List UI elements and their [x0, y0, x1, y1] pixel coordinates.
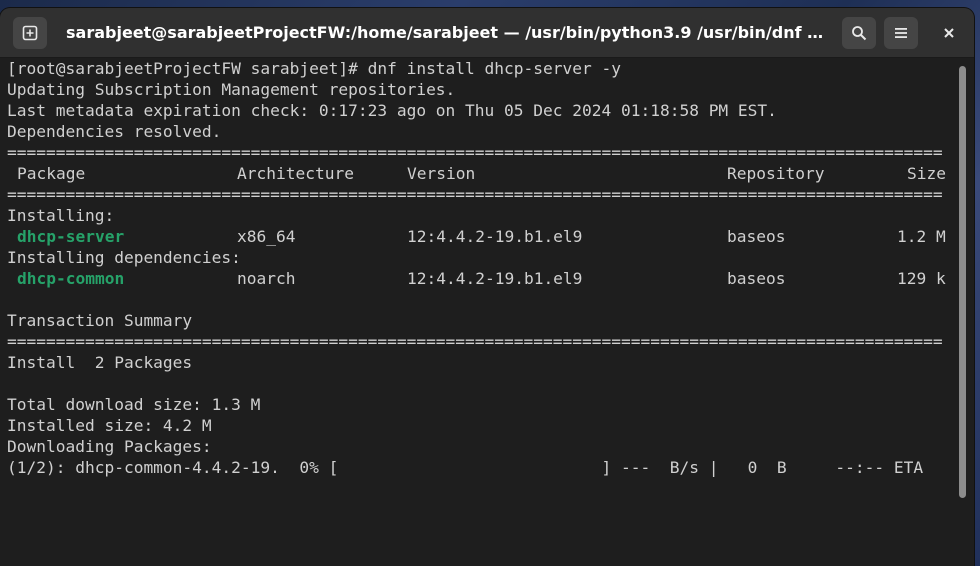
menu-button[interactable] [884, 17, 918, 49]
package-size: 129 k [897, 269, 946, 288]
terminal-output[interactable]: [root@sarabjeetProjectFW sarabjeet]# dnf… [0, 58, 960, 566]
installed-size: Installed size: 4.2 M [7, 416, 212, 435]
downloading-label: Downloading Packages: [7, 437, 212, 456]
package-name: dhcp-common [17, 269, 125, 288]
terminal-window: sarabjeet@sarabjeetProjectFW:/home/sarab… [0, 8, 974, 566]
table-header: Package Architecture Version Repository … [7, 163, 957, 184]
new-tab-icon [22, 25, 38, 41]
terminal-scrollbar[interactable] [959, 66, 966, 498]
close-button[interactable] [932, 17, 966, 49]
package-size: 1.2 M [897, 227, 946, 246]
installing-label: Installing: [7, 206, 115, 225]
new-tab-button[interactable] [13, 17, 47, 49]
prompt-line: [root@sarabjeetProjectFW sarabjeet]# dnf… [7, 59, 621, 78]
package-arch: x86_64 [237, 227, 296, 246]
column-header-version: Version [407, 164, 476, 183]
total-download-size: Total download size: 1.3 M [7, 395, 261, 414]
separator-line: ========================================… [7, 143, 943, 162]
package-name: dhcp-server [17, 227, 125, 246]
separator-line: ========================================… [7, 332, 943, 351]
download-progress-line: (1/2): dhcp-common-4.4.2-19. 0% [ ] --- … [7, 458, 924, 477]
headerbar: sarabjeet@sarabjeetProjectFW:/home/sarab… [0, 8, 974, 58]
install-count-line: Install 2 Packages [7, 353, 193, 372]
package-repo: baseos [727, 227, 786, 246]
column-header-repository: Repository [727, 164, 825, 183]
output-line: Last metadata expiration check: 0:17:23 … [7, 101, 777, 120]
transaction-summary-heading: Transaction Summary [7, 311, 193, 330]
column-header-architecture: Architecture [237, 164, 354, 183]
hamburger-menu-icon [894, 26, 908, 40]
close-icon [943, 27, 955, 39]
column-header-size: Size [907, 164, 946, 183]
installing-deps-label: Installing dependencies: [7, 248, 241, 267]
search-button[interactable] [842, 17, 876, 49]
table-row: dhcp-server x86_64 12:4.4.2-19.b1.el9 ba… [7, 226, 957, 247]
window-title: sarabjeet@sarabjeetProjectFW:/home/sarab… [66, 23, 826, 42]
package-arch: noarch [237, 269, 296, 288]
search-icon [851, 25, 867, 41]
package-version: 12:4.4.2-19.b1.el9 [407, 227, 583, 246]
output-line: Updating Subscription Management reposit… [7, 80, 456, 99]
package-repo: baseos [727, 269, 786, 288]
output-line: Dependencies resolved. [7, 122, 222, 141]
separator-line: ========================================… [7, 185, 943, 204]
column-header-package: Package [17, 164, 86, 183]
package-version: 12:4.4.2-19.b1.el9 [407, 269, 583, 288]
table-row: dhcp-common noarch 12:4.4.2-19.b1.el9 ba… [7, 268, 957, 289]
